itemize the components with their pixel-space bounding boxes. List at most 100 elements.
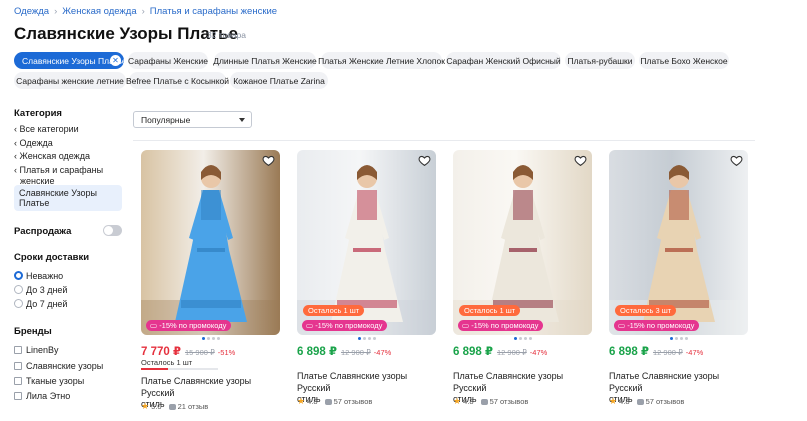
- radio-delivery-any[interactable]: [14, 271, 23, 280]
- category-link[interactable]: ‹ Женская одежда: [14, 150, 90, 162]
- chevron-left-icon: ‹: [14, 124, 17, 134]
- category-label: Женская одежда: [19, 151, 90, 161]
- product-name-line: Платье Славянские узоры Русский: [141, 376, 252, 398]
- chevron-right-icon: ›: [54, 6, 58, 17]
- product-image[interactable]: Осталось 1 шт ▭ -15% по промокоду: [453, 150, 592, 335]
- chip[interactable]: Сарафаны женские летние: [14, 72, 126, 89]
- discount: -47%: [529, 348, 548, 357]
- current-price: 7 770 ₽: [141, 346, 181, 358]
- rating-row: ★ 4.8 57 отзывов: [609, 396, 684, 407]
- sale-label: Распродажа: [14, 226, 72, 237]
- brand-checkbox[interactable]: [14, 346, 22, 354]
- breadcrumb-link-1[interactable]: Одежда: [14, 6, 49, 17]
- current-price: 6 898 ₽: [609, 346, 649, 358]
- old-price: 12 900 ₽: [652, 348, 683, 357]
- promo-badge: ▭ -15% по промокоду: [146, 320, 232, 331]
- chip[interactable]: Платья-рубашки: [565, 52, 635, 69]
- category-selected-line: Славянские Узоры: [19, 188, 97, 198]
- chevron-left-icon: ‹: [14, 138, 17, 148]
- brand-checkbox[interactable]: [14, 392, 22, 400]
- breadcrumb: Одежда › Женская одежда › Платья и сарафаны …: [14, 6, 277, 17]
- stock-badge: Осталось 1 шт: [459, 305, 521, 316]
- rating-row: ★ 4.8 57 отзывов: [297, 396, 372, 407]
- category-label: Платья и сарафаны: [19, 165, 104, 175]
- heart-icon[interactable]: [262, 154, 275, 167]
- heart-icon[interactable]: [418, 154, 431, 167]
- breadcrumb-link-3[interactable]: Платья и сарафаны женские: [150, 6, 277, 17]
- brand-checkbox[interactable]: [14, 377, 22, 385]
- radio-delivery-7[interactable]: [14, 299, 23, 308]
- chevron-down-icon: [239, 118, 245, 122]
- product-card[interactable]: Осталось 3 шт ▭ -15% по промокоду 6 898 …: [609, 150, 748, 406]
- brands-heading: Бренды: [14, 326, 52, 337]
- category-link[interactable]: ‹ Все категории: [14, 123, 79, 135]
- chip[interactable]: Сарафаны Женские: [128, 52, 208, 69]
- stock-bar-fill: [141, 368, 168, 370]
- heart-icon[interactable]: [574, 154, 587, 167]
- product-card[interactable]: Осталось 1 шт ▭ -15% по промокоду 6 898 …: [297, 150, 436, 406]
- promo-label: -15% по промокоду: [159, 321, 227, 330]
- delivery-heading: Сроки доставки: [14, 252, 90, 263]
- product-card[interactable]: Осталось 1 шт ▭ -15% по промокоду 6 898 …: [453, 150, 592, 406]
- ticket-icon: ▭: [306, 321, 314, 330]
- chip[interactable]: Сарафан Женский Офисный: [446, 52, 561, 69]
- category-selected[interactable]: Славянские Узоры Платье: [14, 185, 122, 211]
- stock-left-text: Осталось 1 шт: [141, 358, 193, 367]
- current-price: 6 898 ₽: [297, 346, 337, 358]
- chip[interactable]: Кожаное Платье Zarina: [230, 72, 328, 89]
- reviews-count[interactable]: 57 отзывов: [334, 397, 373, 406]
- price-row: 6 898 ₽12 900 ₽ -47%: [297, 344, 391, 358]
- image-pager[interactable]: [297, 337, 436, 340]
- price-row: 6 898 ₽12 900 ₽ -47%: [609, 344, 703, 358]
- comment-icon: [636, 399, 644, 406]
- promo-label: -15% по промокоду: [315, 321, 383, 330]
- brand-checkbox[interactable]: [14, 362, 22, 370]
- chip[interactable]: Длинные Платья Женские: [213, 52, 317, 69]
- comment-icon: [324, 399, 332, 406]
- image-pager[interactable]: [609, 337, 748, 340]
- product-image[interactable]: Осталось 1 шт ▭ -15% по промокоду: [297, 150, 436, 335]
- image-pager[interactable]: [141, 337, 280, 340]
- close-icon[interactable]: ✕: [110, 55, 121, 66]
- product-card[interactable]: ▭ -15% по промокоду 7 770 ₽15 900 ₽ -51% …: [141, 150, 280, 411]
- star-icon: ★: [141, 401, 150, 411]
- radio-delivery-3[interactable]: [14, 285, 23, 294]
- sort-select[interactable]: Популярные: [133, 111, 252, 128]
- old-price: 12 900 ₽: [496, 348, 527, 357]
- chip-active[interactable]: Славянские Узоры Платье ✕: [14, 52, 127, 69]
- old-price: 12 900 ₽: [340, 348, 371, 357]
- chevron-left-icon: ‹: [14, 165, 17, 175]
- product-image[interactable]: ▭ -15% по промокоду: [141, 150, 280, 335]
- heart-icon[interactable]: [730, 154, 743, 167]
- sale-toggle[interactable]: [103, 225, 122, 236]
- star-icon: ★: [453, 396, 462, 406]
- category-label: Одежда: [19, 138, 53, 148]
- chip[interactable]: Befree Платье с Косынкой: [126, 72, 229, 89]
- promo-badge: ▭ -15% по промокоду: [302, 320, 388, 331]
- breadcrumb-link-2[interactable]: Женская одежда: [62, 6, 136, 17]
- reviews-count[interactable]: 57 отзывов: [646, 397, 685, 406]
- product-name-line: Платье Славянские узоры Русский: [453, 371, 564, 393]
- chip[interactable]: Платье Бохо Женское: [639, 52, 729, 69]
- sort-value: Популярные: [141, 115, 191, 125]
- rating-value: 5.0: [151, 402, 162, 411]
- rating-value: 4.8: [619, 397, 630, 406]
- chip[interactable]: Платья Женские Летние Хлопок: [318, 52, 445, 69]
- delivery-option: Неважно: [26, 271, 64, 281]
- current-price: 6 898 ₽: [453, 346, 493, 358]
- brand-label: Лила Этно: [26, 391, 71, 401]
- price-row: 7 770 ₽15 900 ₽ -51%: [141, 344, 235, 358]
- comment-icon: [480, 399, 488, 406]
- discount: -51%: [217, 348, 236, 357]
- star-icon: ★: [297, 396, 306, 406]
- chevron-right-icon: ›: [141, 6, 145, 17]
- reviews-count[interactable]: 21 отзыв: [178, 402, 209, 411]
- category-link[interactable]: ‹ Одежда: [14, 137, 53, 149]
- image-pager[interactable]: [453, 337, 592, 340]
- product-image[interactable]: Осталось 3 шт ▭ -15% по промокоду: [609, 150, 748, 335]
- reviews-count[interactable]: 57 отзывов: [490, 397, 529, 406]
- comment-icon: [168, 404, 176, 411]
- star-icon: ★: [609, 396, 618, 406]
- promo-label: -15% по промокоду: [627, 321, 695, 330]
- promo-badge: ▭ -15% по промокоду: [614, 320, 700, 331]
